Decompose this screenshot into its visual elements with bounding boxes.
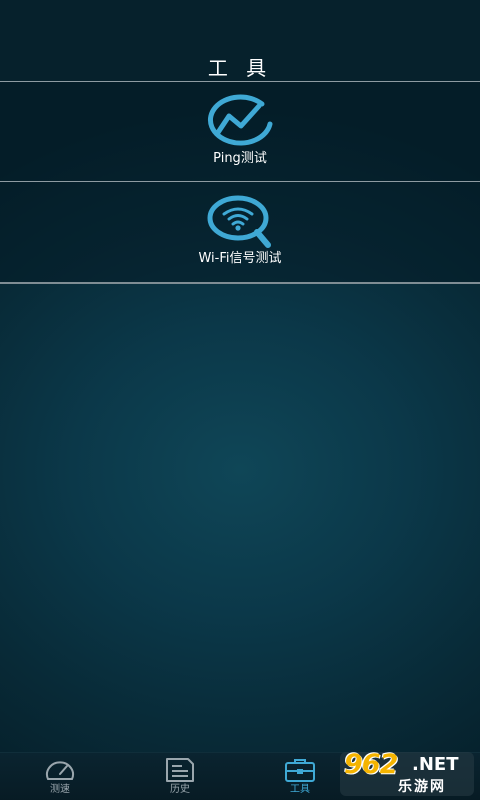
watermark-logo-suffix: .NET bbox=[412, 754, 459, 775]
watermark-logo-number: 962 bbox=[344, 749, 398, 780]
tab-speed-test-label: 测速 bbox=[50, 784, 70, 795]
watermark-logo: 962 .NET 乐游网 bbox=[340, 748, 476, 798]
tab-history-label: 历史 bbox=[170, 784, 190, 795]
wifi-search-icon bbox=[207, 195, 271, 248]
document-icon bbox=[166, 758, 194, 782]
ping-chart-icon bbox=[207, 94, 273, 146]
ping-test-item[interactable]: Ping测试 bbox=[0, 82, 480, 182]
tools-screen: 工 具 Ping测试 Wi-Fi信号测试 测速 历史 工具 962 .NET 乐… bbox=[0, 0, 480, 800]
toolbox-icon bbox=[285, 759, 315, 782]
tab-history[interactable]: 历史 bbox=[120, 753, 240, 800]
ping-test-label: Ping测试 bbox=[213, 151, 267, 166]
page-title: 工 具 bbox=[207, 56, 273, 80]
wifi-signal-test-label: Wi-Fi信号测试 bbox=[198, 251, 282, 266]
divider bbox=[0, 282, 480, 284]
wifi-signal-test-item[interactable]: Wi-Fi信号测试 bbox=[0, 182, 480, 282]
watermark-logo-text: 乐游网 bbox=[398, 779, 446, 795]
tab-speed-test[interactable]: 测速 bbox=[0, 753, 120, 800]
speedometer-icon bbox=[46, 761, 74, 780]
